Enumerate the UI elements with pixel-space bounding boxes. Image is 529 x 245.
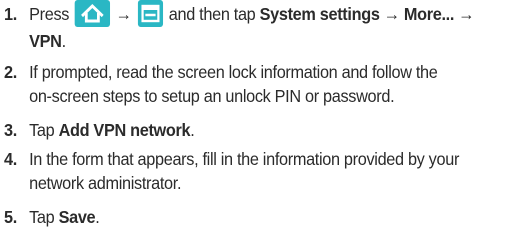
- step-number: 4.: [4, 149, 17, 169]
- step-1-line-2: VPN.: [4, 29, 488, 53]
- step-2-line-2: on-screen steps to setup an unlock PIN o…: [4, 84, 488, 108]
- step-5: 5. Tap Save.: [4, 205, 488, 229]
- step-1-line-1: 1. Press → and then tap System settings …: [4, 0, 488, 29]
- step-text: on-screen steps to setup an unlock PIN o…: [29, 86, 395, 106]
- step-2: 2. If prompted, read the screen lock info…: [4, 60, 488, 108]
- arrow-icon: →: [115, 4, 132, 25]
- add-vpn-network-label: Add VPN network: [58, 120, 191, 140]
- step-4-line-1: 4. In the form that appears, fill in the …: [4, 147, 488, 171]
- step-2-line-1: 2. If prompted, read the screen lock info…: [4, 60, 488, 84]
- instruction-page: 1. Press → and then tap System settings …: [0, 0, 529, 245]
- step-punctuation: .: [190, 120, 195, 140]
- step-text: In the form that appears, fill in the in…: [29, 149, 460, 169]
- home-key-icon: [74, 0, 110, 27]
- step-text: and then tap: [168, 4, 256, 25]
- step-1: 1. Press → and then tap System settings …: [4, 0, 488, 53]
- step-3: 3. Tap Add VPN network.: [4, 118, 488, 142]
- save-label: Save: [58, 207, 96, 227]
- step-text: Press: [29, 4, 70, 25]
- step-punctuation: .: [95, 207, 100, 227]
- arrow-icon: →: [458, 4, 475, 25]
- step-text: Tap: [29, 207, 55, 227]
- step-3-line-1: 3. Tap Add VPN network.: [4, 118, 488, 142]
- step-text: network administrator.: [29, 173, 182, 193]
- step-number: 2.: [4, 62, 17, 82]
- menu-key-icon: [137, 0, 163, 27]
- step-number: 1.: [4, 4, 17, 25]
- vpn-label: VPN: [29, 31, 62, 51]
- step-punctuation: .: [61, 31, 66, 51]
- more-label: More...: [403, 4, 455, 25]
- arrow-icon: →: [383, 4, 400, 25]
- step-text: Tap: [29, 120, 55, 140]
- step-4: 4. In the form that appears, fill in the …: [4, 147, 488, 195]
- step-number: 5.: [4, 207, 17, 227]
- step-5-line-1: 5. Tap Save.: [4, 205, 488, 229]
- step-4-line-2: network administrator.: [4, 171, 488, 195]
- system-settings-label: System settings: [259, 4, 380, 25]
- step-text: If prompted, read the screen lock inform…: [29, 62, 438, 82]
- step-number: 3.: [4, 120, 17, 140]
